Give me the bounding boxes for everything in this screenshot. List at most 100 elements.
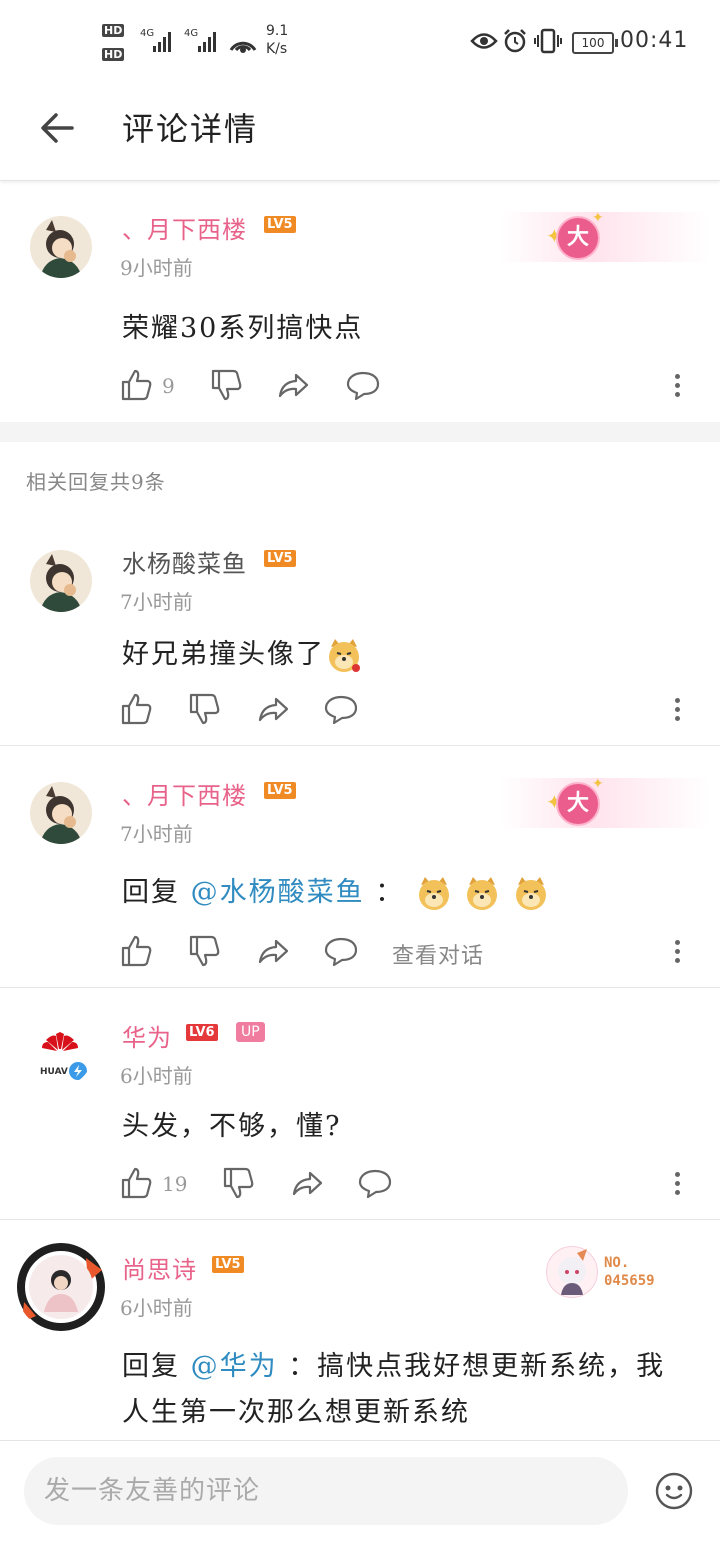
up-badge: UP xyxy=(236,1022,265,1042)
comment-actions: 9 xyxy=(120,368,720,408)
reply-time: 7小时前 xyxy=(120,822,193,846)
doge-emoji-icon xyxy=(329,638,360,672)
doge-emoji-icon xyxy=(515,876,546,910)
username[interactable]: 尚思诗 xyxy=(122,1250,197,1285)
big-member-badge-label: 大 xyxy=(556,216,600,260)
like-icon[interactable] xyxy=(120,368,154,402)
divider xyxy=(0,745,720,746)
reply-text: 好兄弟撞头像了 xyxy=(122,639,325,670)
battery-icon: 100 xyxy=(572,32,618,54)
reply-actions: 查看对话 xyxy=(120,934,720,974)
divider xyxy=(0,1219,720,1220)
mention-link[interactable]: @水杨酸菜鱼 xyxy=(191,877,365,908)
doge-emoji-icon xyxy=(467,876,498,910)
share-icon[interactable] xyxy=(276,368,310,402)
reply-text-line1: ：搞快点我好想更新系统，我 xyxy=(288,1351,666,1382)
comment-input-bar xyxy=(0,1440,720,1541)
username[interactable]: 水杨酸菜鱼 xyxy=(122,544,247,579)
more-options-icon[interactable] xyxy=(670,370,684,404)
share-icon[interactable] xyxy=(256,934,290,968)
username[interactable]: 华为 xyxy=(122,1018,172,1053)
big-member-badge: ✦ ✦ 大 xyxy=(500,210,710,262)
badge-no-value: 045659 xyxy=(604,1273,655,1289)
reply-time: 6小时前 xyxy=(120,1296,193,1320)
level-badge: LV5 xyxy=(264,782,296,799)
wifi-icon xyxy=(229,41,257,53)
username[interactable]: 、月下西楼 xyxy=(122,776,247,811)
alarm-icon xyxy=(504,29,526,53)
reply-actions xyxy=(120,692,720,732)
emoji-picker-icon[interactable] xyxy=(654,1471,694,1511)
replies-count-header: 相关回复共9条 xyxy=(26,470,166,494)
reply-text-line2: 人生第一次那么想更新系统 xyxy=(122,1397,470,1428)
page-title: 评论详情 xyxy=(122,110,259,148)
app-header: 评论详情 xyxy=(0,84,720,181)
eye-icon xyxy=(470,33,498,49)
comment-input[interactable] xyxy=(24,1457,628,1525)
avatar[interactable]: HUAV xyxy=(30,1024,92,1086)
level-badge: LV5 xyxy=(264,216,296,233)
mention-link[interactable]: @华为 xyxy=(191,1351,278,1382)
like-icon[interactable] xyxy=(120,692,154,726)
comment-time: 9小时前 xyxy=(120,256,193,280)
reply-prefix: 回复 xyxy=(122,877,180,908)
divider xyxy=(0,987,720,988)
avatar[interactable] xyxy=(30,216,92,278)
dislike-icon[interactable] xyxy=(210,368,244,402)
reply-content: 回复 @华为 ：搞快点我好想更新系统，我 人生第一次那么想更新系统 xyxy=(122,1344,692,1436)
avatar[interactable] xyxy=(30,782,92,844)
view-conversation-link[interactable]: 查看对话 xyxy=(392,938,484,970)
speed-value: 9.1 xyxy=(266,23,289,39)
level-badge: LV6 xyxy=(186,1024,218,1041)
big-member-badge: ✦ ✦ 大 xyxy=(500,776,710,828)
dislike-icon[interactable] xyxy=(188,692,222,726)
signal-icon-2 xyxy=(198,30,216,52)
network-speed: 9.1 K/s xyxy=(266,22,288,58)
more-options-icon[interactable] xyxy=(670,1168,684,1202)
reply-content: 好兄弟撞头像了 xyxy=(122,632,363,678)
reply-colon: ： xyxy=(375,877,405,908)
clock: 00:41 xyxy=(620,28,689,53)
speed-unit: K/s xyxy=(266,41,288,57)
more-options-icon[interactable] xyxy=(670,694,684,728)
like-count: 19 xyxy=(162,1172,188,1196)
share-icon[interactable] xyxy=(256,692,290,726)
level-badge: LV5 xyxy=(264,550,296,567)
doge-emoji-icon xyxy=(418,876,449,910)
reply-time: 6小时前 xyxy=(120,1064,193,1088)
reply-icon[interactable] xyxy=(346,368,380,402)
reply-content: 回复 @水杨酸菜鱼 ： xyxy=(122,870,550,916)
reply-content: 头发，不够，懂? xyxy=(122,1111,342,1142)
hd-indicator-1: HD xyxy=(102,24,125,37)
reply-prefix: 回复 xyxy=(122,1351,180,1382)
badge-no-label: NO. xyxy=(604,1255,630,1271)
reply-icon[interactable] xyxy=(324,692,358,726)
dislike-icon[interactable] xyxy=(188,934,222,968)
network-label-2: 4G xyxy=(184,28,199,39)
comment-content: 荣耀30系列搞快点 xyxy=(122,313,364,344)
like-icon[interactable] xyxy=(120,934,154,968)
section-separator xyxy=(0,422,720,442)
share-icon[interactable] xyxy=(290,1166,324,1200)
level-badge: LV5 xyxy=(212,1256,244,1273)
like-count: 9 xyxy=(162,374,175,398)
reply-icon[interactable] xyxy=(358,1166,392,1200)
reply-icon[interactable] xyxy=(324,934,358,968)
more-options-icon[interactable] xyxy=(670,936,684,970)
signal-icon-1 xyxy=(153,30,171,52)
hd-indicator-2: HD xyxy=(102,48,125,61)
avatar-with-frame[interactable] xyxy=(16,1242,106,1332)
chibi-character-icon xyxy=(546,1246,598,1298)
fan-number-badge: NO. 045659 xyxy=(546,1246,676,1298)
like-icon[interactable] xyxy=(120,1166,154,1200)
avatar[interactable] xyxy=(30,550,92,612)
back-arrow-icon[interactable] xyxy=(38,108,78,148)
reply-time: 7小时前 xyxy=(120,590,193,614)
dislike-icon[interactable] xyxy=(222,1166,256,1200)
reply-actions: 19 xyxy=(120,1166,720,1206)
status-bar: HD HD 4G 4G 9.1 K/s 100 00:41 xyxy=(0,0,720,84)
network-label-1: 4G xyxy=(140,28,155,39)
big-member-badge-label: 大 xyxy=(556,782,600,826)
avatar-brand-text: HUAV xyxy=(40,1067,68,1077)
username[interactable]: 、月下西楼 xyxy=(122,210,247,245)
